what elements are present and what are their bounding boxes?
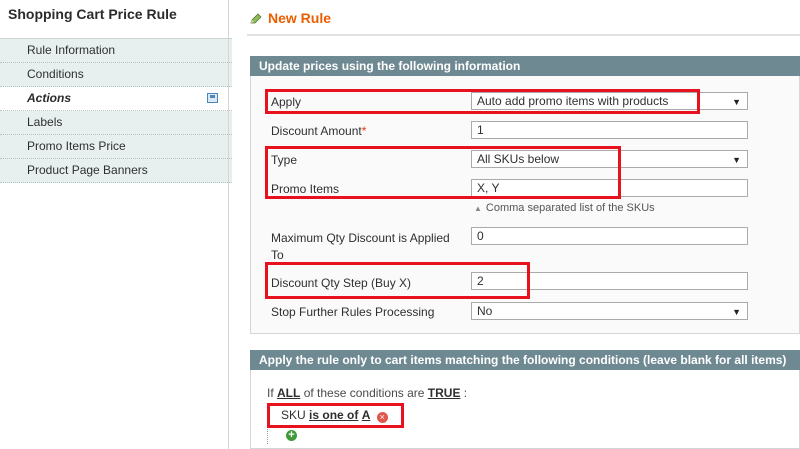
tab-actions[interactable]: Actions xyxy=(0,87,232,111)
highlight-type-promo xyxy=(265,146,621,199)
tab-actions-label: Actions xyxy=(27,91,72,105)
sidebar-title: Shopping Cart Price Rule xyxy=(8,6,177,22)
promo-items-note-text: Comma separated list of the SKUs xyxy=(485,202,655,214)
stop-rules-select[interactable]: No ▼ xyxy=(471,302,748,320)
add-icon[interactable]: + xyxy=(286,430,297,441)
tab-labels[interactable]: Labels xyxy=(0,111,232,135)
sidebar-divider xyxy=(228,0,229,449)
chevron-down-icon: ▼ xyxy=(732,307,741,317)
max-qty-label-line1: Maximum Qty Discount is Applied xyxy=(271,231,450,245)
stop-rules-select-value: No xyxy=(477,304,493,318)
pencil-icon xyxy=(250,13,262,24)
tab-rule-information[interactable]: Rule Information xyxy=(0,39,232,63)
middle-text: of these conditions are xyxy=(303,386,425,400)
value-link[interactable]: TRUE xyxy=(428,386,461,400)
sidebar: Shopping Cart Price Rule Rule Informatio… xyxy=(0,0,232,449)
chevron-down-icon: ▼ xyxy=(732,97,741,107)
discount-amount-input[interactable]: 1 xyxy=(471,121,748,139)
chevron-down-icon: ▼ xyxy=(732,155,741,165)
save-icon xyxy=(207,93,218,103)
triangle-up-icon: ▲ xyxy=(474,204,482,213)
highlight-discount-step xyxy=(265,262,530,299)
conditions-section-heading: Apply the rule only to cart items matchi… xyxy=(250,350,800,370)
header-divider xyxy=(247,34,800,36)
highlight-apply xyxy=(265,89,700,114)
tab-product-page-banners[interactable]: Product Page Banners xyxy=(0,159,232,183)
page-title: New Rule xyxy=(268,10,332,26)
if-text: If xyxy=(267,386,274,400)
actions-section-heading: Update prices using the following inform… xyxy=(250,56,800,76)
suffix-text: : xyxy=(463,386,468,400)
highlight-condition xyxy=(267,403,404,428)
stop-rules-label: Stop Further Rules Processing xyxy=(271,305,435,319)
discount-amount-label-text: Discount Amount xyxy=(271,124,362,138)
required-mark: * xyxy=(361,124,367,138)
tab-conditions[interactable]: Conditions xyxy=(0,63,232,87)
discount-amount-label: Discount Amount* xyxy=(271,124,366,138)
tab-promo-items-price[interactable]: Promo Items Price xyxy=(0,135,232,159)
tab-list: Rule Information Conditions Actions Labe… xyxy=(0,38,232,183)
conditions-statement: If ALL of these conditions are TRUE : xyxy=(267,386,467,400)
aggregator-link[interactable]: ALL xyxy=(277,386,300,400)
max-qty-label: Maximum Qty Discount is Applied To xyxy=(271,230,450,264)
max-qty-input[interactable]: 0 xyxy=(471,227,748,245)
promo-items-note: ▲ Comma separated list of the SKUs xyxy=(474,202,655,214)
